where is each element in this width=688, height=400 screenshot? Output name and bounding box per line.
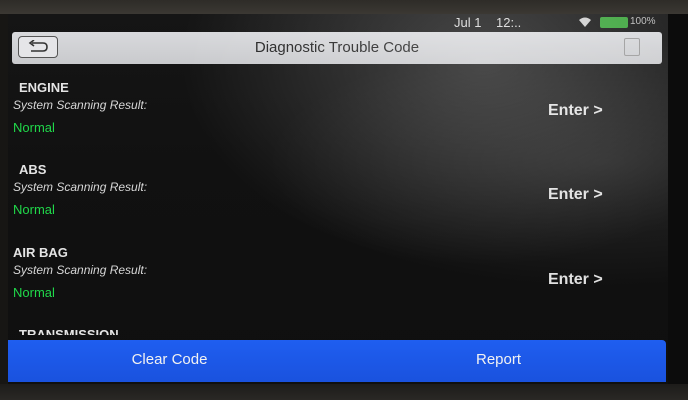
system-name: ABS bbox=[19, 162, 47, 177]
status-bar: Jul 1 12:.. 100% bbox=[8, 14, 668, 32]
device-screen: Jul 1 12:.. 100% Diagnostic Trouble Code… bbox=[8, 14, 668, 384]
device-bezel-left bbox=[0, 14, 8, 384]
scan-result-value: Normal bbox=[13, 202, 55, 217]
status-time: 12:.. bbox=[496, 15, 522, 30]
scan-result-value: Normal bbox=[13, 285, 55, 300]
battery-level: 100% bbox=[630, 16, 656, 27]
enter-button-airbag[interactable]: Enter > bbox=[548, 271, 603, 289]
system-item-airbag: AIR BAG System Scanning Result: Normal E… bbox=[8, 245, 668, 327]
save-icon[interactable] bbox=[624, 38, 640, 56]
enter-button-abs[interactable]: Enter > bbox=[548, 186, 603, 204]
system-name: AIR BAG bbox=[13, 245, 68, 260]
report-button[interactable]: Report bbox=[331, 340, 666, 382]
scan-result-label: System Scanning Result: bbox=[13, 180, 148, 194]
scan-result-value: Normal bbox=[13, 120, 55, 135]
system-name: ENGINE bbox=[19, 80, 69, 95]
device-bezel-bottom bbox=[0, 384, 688, 400]
status-date: Jul 1 bbox=[454, 15, 482, 30]
battery-icon bbox=[600, 17, 628, 28]
wifi-icon bbox=[579, 17, 591, 27]
enter-button-engine[interactable]: Enter > bbox=[548, 102, 603, 120]
device-bezel-top bbox=[0, 0, 688, 14]
page-title: Diagnostic Trouble Code bbox=[254, 39, 420, 56]
system-item-engine: ENGINE System Scanning Result: Normal En… bbox=[8, 80, 668, 162]
system-item-transmission[interactable]: TRANSMISSION bbox=[19, 327, 119, 335]
scan-result-label: System Scanning Result: bbox=[13, 263, 148, 277]
clear-code-button[interactable]: Clear Code bbox=[8, 340, 332, 382]
system-item-abs: ABS System Scanning Result: Normal Enter… bbox=[8, 162, 668, 244]
title-bar: Diagnostic Trouble Code bbox=[12, 32, 662, 64]
scan-result-label: System Scanning Result: bbox=[13, 98, 148, 112]
